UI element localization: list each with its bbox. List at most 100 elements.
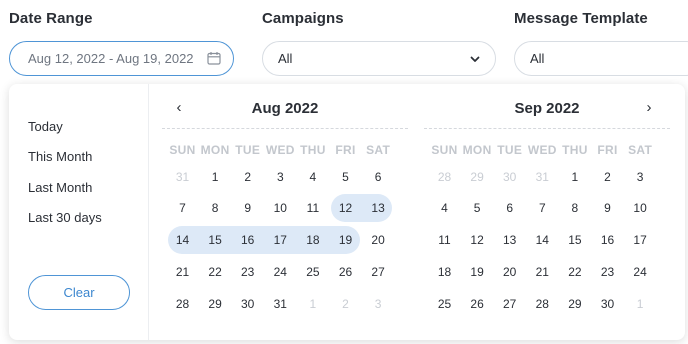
day-cell[interactable]: 29 xyxy=(558,294,591,314)
day-cell[interactable]: 22 xyxy=(558,262,591,282)
day-cell[interactable]: 25 xyxy=(296,262,329,282)
message-template-label: Message Template xyxy=(514,10,648,27)
day-cell[interactable]: 16 xyxy=(231,230,264,250)
day-cell[interactable]: 11 xyxy=(296,198,329,218)
day-cell[interactable]: 13 xyxy=(493,230,526,250)
day-cell[interactable]: 17 xyxy=(624,230,657,250)
weekday-header: WED xyxy=(265,143,295,157)
day-cell[interactable]: 14 xyxy=(526,230,559,250)
chevron-down-icon xyxy=(470,56,480,62)
day-cell[interactable]: 20 xyxy=(362,230,395,250)
day-cell[interactable]: 24 xyxy=(264,262,297,282)
day-cell[interactable]: 30 xyxy=(591,294,624,314)
day-cell[interactable]: 5 xyxy=(329,167,362,187)
day-cell[interactable]: 19 xyxy=(329,230,362,250)
day-cell-outside-month: 31 xyxy=(535,170,549,184)
day-cell[interactable]: 26 xyxy=(329,262,362,282)
day-cell[interactable]: 9 xyxy=(231,198,264,218)
day-cell[interactable]: 14 xyxy=(166,230,199,250)
day-cell[interactable]: 28 xyxy=(526,294,559,314)
day-cell[interactable]: 1 xyxy=(199,167,232,187)
day-cell-outside-month: 2 xyxy=(342,297,349,311)
weekday-header: MON xyxy=(200,143,230,157)
weekday-header: SUN xyxy=(169,143,196,157)
day-cell[interactable]: 12 xyxy=(461,230,494,250)
day-cell[interactable]: 5 xyxy=(461,198,494,218)
day-cell[interactable]: 6 xyxy=(362,167,395,187)
day-cell[interactable]: 23 xyxy=(591,262,624,282)
day-cell[interactable]: 17 xyxy=(264,230,297,250)
weekday-header: SUN xyxy=(431,143,458,157)
day-cell[interactable]: 7 xyxy=(526,198,559,218)
day-cell[interactable]: 27 xyxy=(493,294,526,314)
day-cell-outside-month: 30 xyxy=(503,170,517,184)
day-cell[interactable]: 9 xyxy=(591,198,624,218)
clear-button[interactable]: Clear xyxy=(28,275,130,310)
day-cell[interactable]: 6 xyxy=(493,198,526,218)
weekday-header: TUE xyxy=(235,143,261,157)
day-cell[interactable]: 2 xyxy=(591,167,624,187)
day-cell[interactable]: 12 xyxy=(329,198,362,218)
day-cell[interactable]: 15 xyxy=(199,230,232,250)
day-cell[interactable]: 4 xyxy=(428,198,461,218)
day-cell[interactable]: 21 xyxy=(166,262,199,282)
day-cell-outside-month: 1 xyxy=(636,297,644,311)
message-template-select[interactable]: All xyxy=(514,41,688,76)
day-cell[interactable]: 26 xyxy=(461,294,494,314)
calendar-divider xyxy=(424,128,670,129)
day-cell[interactable]: 20 xyxy=(493,262,526,282)
day-cell[interactable]: 10 xyxy=(264,198,297,218)
day-cell[interactable]: 19 xyxy=(461,262,494,282)
date-picker-panel: Today This Month Last Month Last 30 days… xyxy=(9,84,685,340)
day-cell[interactable]: 16 xyxy=(591,230,624,250)
preset-this-month[interactable]: This Month xyxy=(28,149,92,164)
date-range-input[interactable]: Aug 12, 2022 - Aug 19, 2022 xyxy=(9,41,234,76)
weekday-header: MON xyxy=(462,143,492,157)
day-cell[interactable]: 2 xyxy=(231,167,264,187)
day-cell[interactable]: 23 xyxy=(231,262,264,282)
campaigns-select[interactable]: All xyxy=(262,41,496,76)
calendar-icon xyxy=(207,52,221,65)
day-cell[interactable]: 15 xyxy=(558,230,591,250)
preset-last-30-days[interactable]: Last 30 days xyxy=(28,210,102,225)
day-cell[interactable]: 28 xyxy=(166,294,199,314)
day-cell[interactable]: 7 xyxy=(166,198,199,218)
day-cell-outside-month: 1 xyxy=(309,297,317,311)
day-cell[interactable]: 30 xyxy=(231,294,264,314)
day-cell[interactable]: 18 xyxy=(296,230,329,250)
weekday-header: SAT xyxy=(628,143,653,157)
day-cell[interactable]: 1 xyxy=(558,167,591,187)
calendar-august: ‹ Aug 2022 SUN MON TUE WED THU FRI SAT 31 1 2 3 4 5 6… xyxy=(162,84,408,340)
weekday-header: FRI xyxy=(335,143,356,157)
day-cell[interactable]: 3 xyxy=(264,167,297,187)
day-cell[interactable]: 18 xyxy=(428,262,461,282)
weekday-header: WED xyxy=(527,143,557,157)
day-cell[interactable]: 24 xyxy=(624,262,657,282)
day-cell[interactable]: 8 xyxy=(199,198,232,218)
day-cell[interactable]: 4 xyxy=(296,167,329,187)
day-cell[interactable]: 25 xyxy=(428,294,461,314)
day-cell[interactable]: 8 xyxy=(558,198,591,218)
day-cell-outside-month: 3 xyxy=(374,297,382,311)
preset-last-month[interactable]: Last Month xyxy=(28,180,92,195)
day-cell[interactable]: 29 xyxy=(199,294,232,314)
day-cell[interactable]: 31 xyxy=(264,294,297,314)
day-cell-outside-month: 29 xyxy=(470,170,484,184)
message-template-value: All xyxy=(530,51,545,66)
day-cell[interactable]: 27 xyxy=(362,262,395,282)
day-cell[interactable]: 3 xyxy=(624,167,657,187)
day-cell[interactable]: 22 xyxy=(199,262,232,282)
day-cell[interactable]: 13 xyxy=(362,198,395,218)
preset-today[interactable]: Today xyxy=(28,119,63,134)
weekday-header: FRI xyxy=(597,143,618,157)
date-range-label: Date Range xyxy=(9,10,93,27)
campaigns-value: All xyxy=(278,51,293,66)
month-title: Aug 2022 xyxy=(251,100,319,117)
day-cell[interactable]: 21 xyxy=(526,262,559,282)
day-cell[interactable]: 11 xyxy=(428,230,461,250)
next-month-button[interactable]: › xyxy=(641,100,657,116)
calendar-divider xyxy=(162,128,408,129)
month-title: Sep 2022 xyxy=(514,100,580,117)
date-range-value: Aug 12, 2022 - Aug 19, 2022 xyxy=(28,51,194,66)
day-cell[interactable]: 10 xyxy=(624,198,657,218)
